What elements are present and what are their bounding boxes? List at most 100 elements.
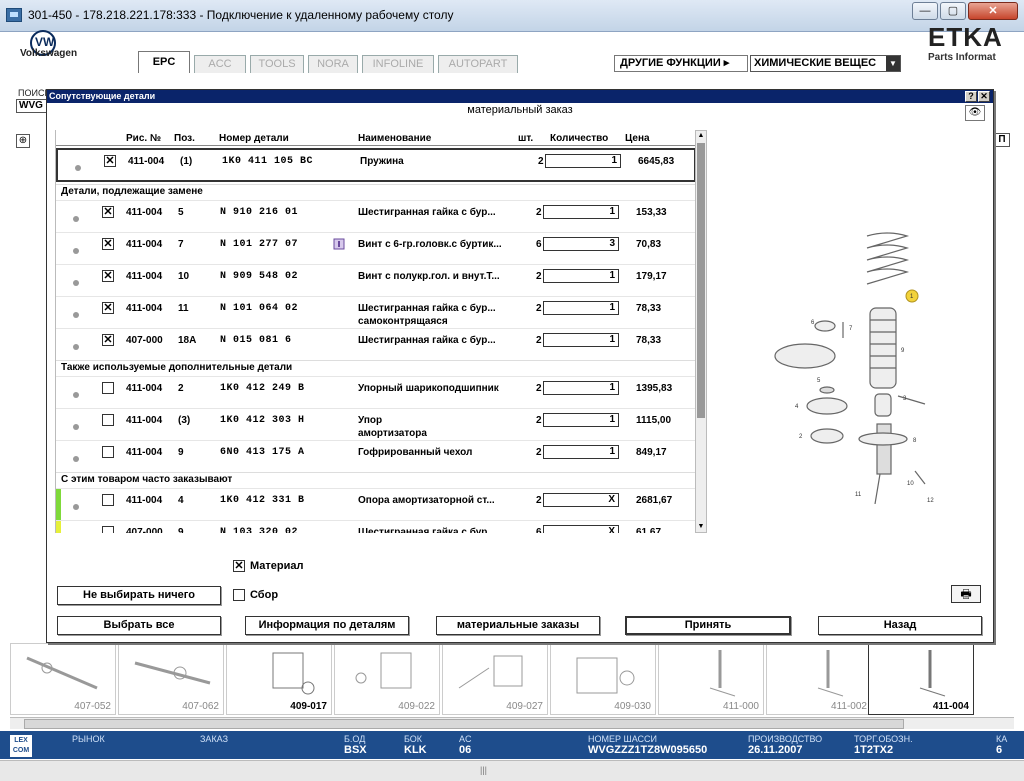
scrollbar-thumb[interactable]	[697, 143, 705, 418]
bottom-scrollbar[interactable]: |||	[0, 760, 1024, 781]
table-row[interactable]: 407-000 9 N 103 320 02 Шестигранная гайка с…	[56, 520, 695, 533]
price: 179,17	[636, 271, 667, 282]
thumbnail[interactable]: 409-017	[226, 643, 332, 715]
callout-label: 10	[907, 481, 914, 487]
chassis-value: WVGZZZ1TZ8W095650	[588, 744, 708, 756]
chevron-down-icon[interactable]: ▼	[886, 56, 900, 71]
part-thumbnail-icon	[75, 165, 81, 171]
quantity-input[interactable]: X	[543, 493, 619, 507]
assembly-checkbox[interactable]	[233, 589, 245, 601]
table-row[interactable]: ✕ 407-000 18A N 015 081 6 Шестигранная гайка…	[56, 328, 695, 360]
info-icon[interactable]	[333, 238, 345, 250]
thumbnail[interactable]: 409-022	[334, 643, 440, 715]
scrollbar-grip[interactable]: |||	[480, 765, 487, 775]
search-input[interactable]: WVG	[16, 99, 48, 113]
row-checkbox[interactable]	[102, 414, 114, 426]
tab-infoline[interactable]: INFOLINE	[362, 55, 434, 73]
close-button[interactable]: ✕	[968, 2, 1018, 20]
unit-count: 2	[536, 447, 542, 458]
tab-epc[interactable]: EPC	[138, 51, 190, 73]
view-toggle-icon[interactable]: 👁	[965, 105, 985, 121]
minimize-button[interactable]: —	[912, 2, 938, 20]
row-checkbox[interactable]	[102, 446, 114, 458]
table-row[interactable]: 411-004 2 1K0 412 249 B Упорный шарикоподши…	[56, 376, 695, 408]
quantity-input[interactable]: 1	[543, 413, 619, 427]
thumbnail-label: 407-062	[182, 701, 219, 712]
accept-button[interactable]: Принять	[625, 616, 791, 635]
row-checkbox[interactable]: ✕	[102, 302, 114, 314]
back-button[interactable]: Назад	[818, 616, 982, 635]
thumbnail[interactable]: 411-000	[658, 643, 764, 715]
quantity-input[interactable]: 1	[543, 381, 619, 395]
part-name-extra: амортизатора	[358, 428, 427, 439]
part-name: Винт с полукр.гол. и внут.Т...	[358, 271, 500, 282]
row-checkbox[interactable]: ✕	[104, 155, 116, 167]
figure-number: 411-004	[126, 495, 163, 506]
quantity-input[interactable]: 1	[543, 205, 619, 219]
row-checkbox[interactable]: ✕	[102, 206, 114, 218]
related-parts-dialog: Сопутствующие детали ? ✕ материальный за…	[46, 89, 994, 643]
part-name: Шестигранная гайка с бур...	[358, 207, 496, 218]
tab-autopart[interactable]: AUTOPART	[438, 55, 518, 73]
quantity-input[interactable]: 1	[543, 269, 619, 283]
chemicals-dropdown[interactable]: ХИМИЧЕСКИЕ ВЕЩЕС ▼	[750, 55, 901, 72]
zoom-icon[interactable]: ⊕	[16, 134, 30, 148]
ac-label: AC	[459, 734, 472, 744]
row-checkbox[interactable]	[102, 494, 114, 506]
side-button[interactable]: П	[994, 133, 1010, 147]
maximize-button[interactable]: ▢	[940, 2, 966, 20]
scrollbar-thumb[interactable]	[24, 719, 904, 729]
tab-nora[interactable]: NORA	[308, 55, 358, 73]
row-checkbox[interactable]	[102, 382, 114, 394]
table-row[interactable]: ✕ 411-004 5 N 910 216 01 Шестигранная гайка …	[56, 200, 695, 232]
material-checkbox[interactable]: ✕	[233, 560, 245, 572]
part-name: Шестигранная гайка с бур...	[358, 527, 496, 533]
quantity-input[interactable]: X	[543, 525, 619, 533]
table-row[interactable]: 411-004 4 1K0 412 331 B Опора амортизаторно…	[56, 488, 695, 521]
select-all-button[interactable]: Выбрать все	[57, 616, 221, 635]
scroll-up-icon[interactable]: ▲	[696, 131, 706, 141]
thumbnails-scrollbar[interactable]	[10, 717, 1014, 729]
table-row[interactable]: ✕ 411-004 11 N 101 064 02 Шестигранная гайка…	[56, 296, 695, 328]
part-name: Упорный шарикоподшипник	[358, 383, 499, 394]
row-checkbox[interactable]: ✕	[102, 334, 114, 346]
scroll-down-icon[interactable]: ▼	[696, 522, 706, 532]
help-button[interactable]: ?	[965, 91, 977, 102]
table-row[interactable]: ✕ 411-004 7 N 101 277 07 Винт с 6-гр.головк.…	[56, 232, 695, 264]
quantity-input[interactable]: 1	[543, 333, 619, 347]
selected-part-row[interactable]: ✕ 411-004 (1) 1K0 411 105 BC Пружина 2 1 6645,8…	[56, 148, 695, 182]
deselect-all-button[interactable]: Не выбирать ничего	[57, 586, 221, 605]
print-icon[interactable]: 🖶	[951, 585, 981, 603]
thumbnail[interactable]: 411-002	[766, 643, 872, 715]
dialog-subtitle: материальный заказ	[467, 104, 573, 116]
table-scrollbar[interactable]: ▲ ▼	[695, 130, 707, 533]
table-row[interactable]: 411-004 9 6N0 413 175 A Гофрированный чехол…	[56, 440, 695, 472]
thumbnail[interactable]: 409-027	[442, 643, 548, 715]
thumbnail[interactable]: 407-062	[118, 643, 224, 715]
part-info-button[interactable]: Информация по деталям	[245, 616, 409, 635]
thumbnail[interactable]: 409-030	[550, 643, 656, 715]
other-functions-menu[interactable]: ДРУГИЕ ФУНКЦИИ ▸	[614, 55, 748, 72]
part-name: Шестигранная гайка с бур...	[358, 303, 496, 314]
quantity-input[interactable]: 1	[543, 445, 619, 459]
table-row[interactable]: ✕ 411-004 10 N 909 548 02 Винт с полукр.гол.…	[56, 264, 695, 296]
table-row[interactable]: 411-004 (3) 1K0 412 303 H Упор амортизатора 2…	[56, 408, 695, 440]
row-checkbox[interactable]	[102, 526, 114, 533]
thumbnail-selected[interactable]: 411-004	[868, 643, 974, 715]
row-checkbox[interactable]: ✕	[102, 238, 114, 250]
tab-acc[interactable]: ACC	[194, 55, 246, 73]
quantity-input[interactable]: 1	[545, 154, 621, 168]
quantity-input[interactable]: 3	[543, 237, 619, 251]
quantity-input[interactable]: 1	[543, 301, 619, 315]
thumbnail-drawing	[272, 652, 315, 695]
rdp-titlebar: 301-450 - 178.218.221.178:333 - Подключе…	[0, 0, 1024, 32]
thumbnail[interactable]: 407-052	[10, 643, 116, 715]
tab-tools[interactable]: TOOLS	[250, 55, 304, 73]
part-name: Опора амортизаторной ст...	[358, 495, 495, 506]
dialog-close-button[interactable]: ✕	[978, 91, 990, 102]
unit-count: 6	[536, 527, 542, 533]
price: 70,83	[636, 239, 662, 250]
material-orders-button[interactable]: материальные заказы	[436, 616, 600, 635]
position: 10	[178, 271, 190, 282]
row-checkbox[interactable]: ✕	[102, 270, 114, 282]
